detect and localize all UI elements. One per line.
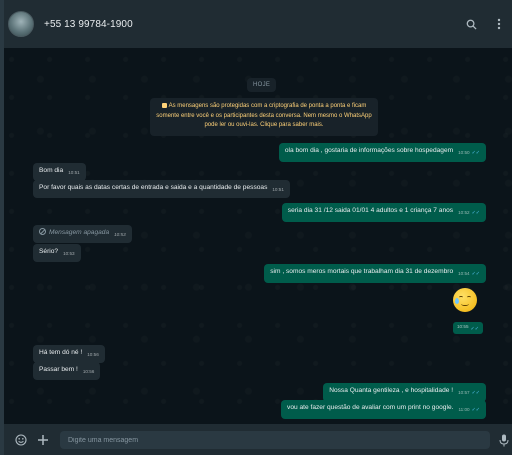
message-outgoing[interactable]: ola bom dia , gostaria de informações so… [278, 143, 486, 162]
message-meta: 10:55 ✓✓ [453, 322, 483, 334]
message-incoming[interactable]: Bom dia 10:51 [33, 163, 86, 181]
microphone-icon[interactable] [497, 433, 511, 447]
message-outgoing[interactable]: seria dia 31 /12 saida 01/01 4 adultos e… [281, 203, 486, 222]
emoji-mouth [461, 302, 469, 306]
date-chip: HOJE [247, 78, 277, 92]
deleted-icon [39, 228, 46, 235]
whatsapp-chat-window: +55 13 99784-1900 HOJE As mensagens são … [0, 0, 512, 455]
lock-icon [161, 102, 167, 108]
message-time: 10:55 [457, 324, 469, 329]
contact-name[interactable]: +55 13 99784-1900 [44, 19, 133, 30]
message-incoming[interactable]: Sério? 10:53 [33, 244, 81, 262]
message-time: 10:56 [82, 369, 95, 374]
message-input[interactable] [60, 431, 490, 449]
encryption-notice[interactable]: As mensagens são protegidas com a cripto… [150, 98, 378, 136]
message-text: vou ate fazer questão de avaliar com um … [287, 404, 454, 411]
message-text: Bom dia [39, 167, 64, 174]
attach-plus-icon[interactable] [36, 433, 50, 447]
message-incoming[interactable]: Por favor quais as datas certas de entra… [33, 180, 290, 198]
message-time: 10:51 [272, 187, 284, 192]
message-text: seria dia 31 /12 saida 01/01 4 adultos e… [287, 207, 454, 214]
message-text: Nossa Quanta gentileza , e hospitalidade… [329, 387, 454, 394]
conversation-panel[interactable]: HOJE As mensagens são protegidas com a c… [0, 48, 512, 424]
header-actions [464, 17, 506, 31]
message-text: Passar bem ! [39, 366, 78, 373]
read-ticks-icon: ✓✓ [471, 389, 480, 396]
read-ticks-icon: ✓✓ [471, 270, 480, 277]
message-time: 10:53 [114, 232, 126, 237]
encryption-notice-text: As mensagens são protegidas com a cripto… [156, 103, 372, 128]
message-time: 10:50 [458, 150, 470, 155]
emoji-tear [455, 298, 459, 304]
read-ticks-icon: ✓✓ [471, 406, 480, 413]
composer-bar [0, 424, 512, 455]
message-time: 10:53 [63, 251, 75, 256]
message-outgoing[interactable]: sim , somos meros mortais que trabalham … [264, 264, 486, 283]
menu-kebab-icon[interactable] [492, 17, 506, 31]
message-text: Por favor quais as datas certas de entra… [39, 184, 268, 191]
emoji-icon[interactable] [14, 433, 28, 447]
message-time: 10:52 [458, 210, 470, 215]
message-text: Sério? [39, 248, 59, 255]
message-time: 10:54 [458, 271, 470, 276]
message-deleted[interactable]: Mensagem apagada 10:53 [33, 225, 132, 243]
smiling-tear-emoji-icon[interactable] [453, 288, 477, 312]
read-ticks-icon: ✓✓ [471, 209, 480, 216]
message-text: Mensagem apagada [49, 229, 110, 236]
read-ticks-icon: ✓✓ [471, 149, 480, 156]
message-text: ola bom dia , gostaria de informações so… [284, 147, 454, 154]
message-time: 10:56 [87, 352, 99, 357]
message-time: 10:51 [68, 170, 80, 175]
message-text: Há tem dó né ! [39, 349, 83, 356]
message-time: 10:57 [458, 390, 470, 395]
read-ticks-icon: ✓✓ [470, 325, 479, 332]
message-incoming[interactable]: Passar bem ! 10:56 [33, 362, 101, 380]
message-outgoing[interactable]: Nossa Quanta gentileza , e hospitalidade… [323, 383, 486, 402]
message-outgoing[interactable]: vou ate fazer questão de avaliar com um … [281, 400, 486, 419]
message-incoming[interactable]: Há tem dó né ! 10:56 [33, 345, 105, 363]
chat-header: +55 13 99784-1900 [0, 0, 512, 48]
search-icon[interactable] [464, 17, 478, 31]
message-time: 11:00 [458, 407, 470, 412]
avatar[interactable] [8, 11, 34, 37]
message-text: sim , somos meros mortais que trabalham … [270, 268, 454, 275]
